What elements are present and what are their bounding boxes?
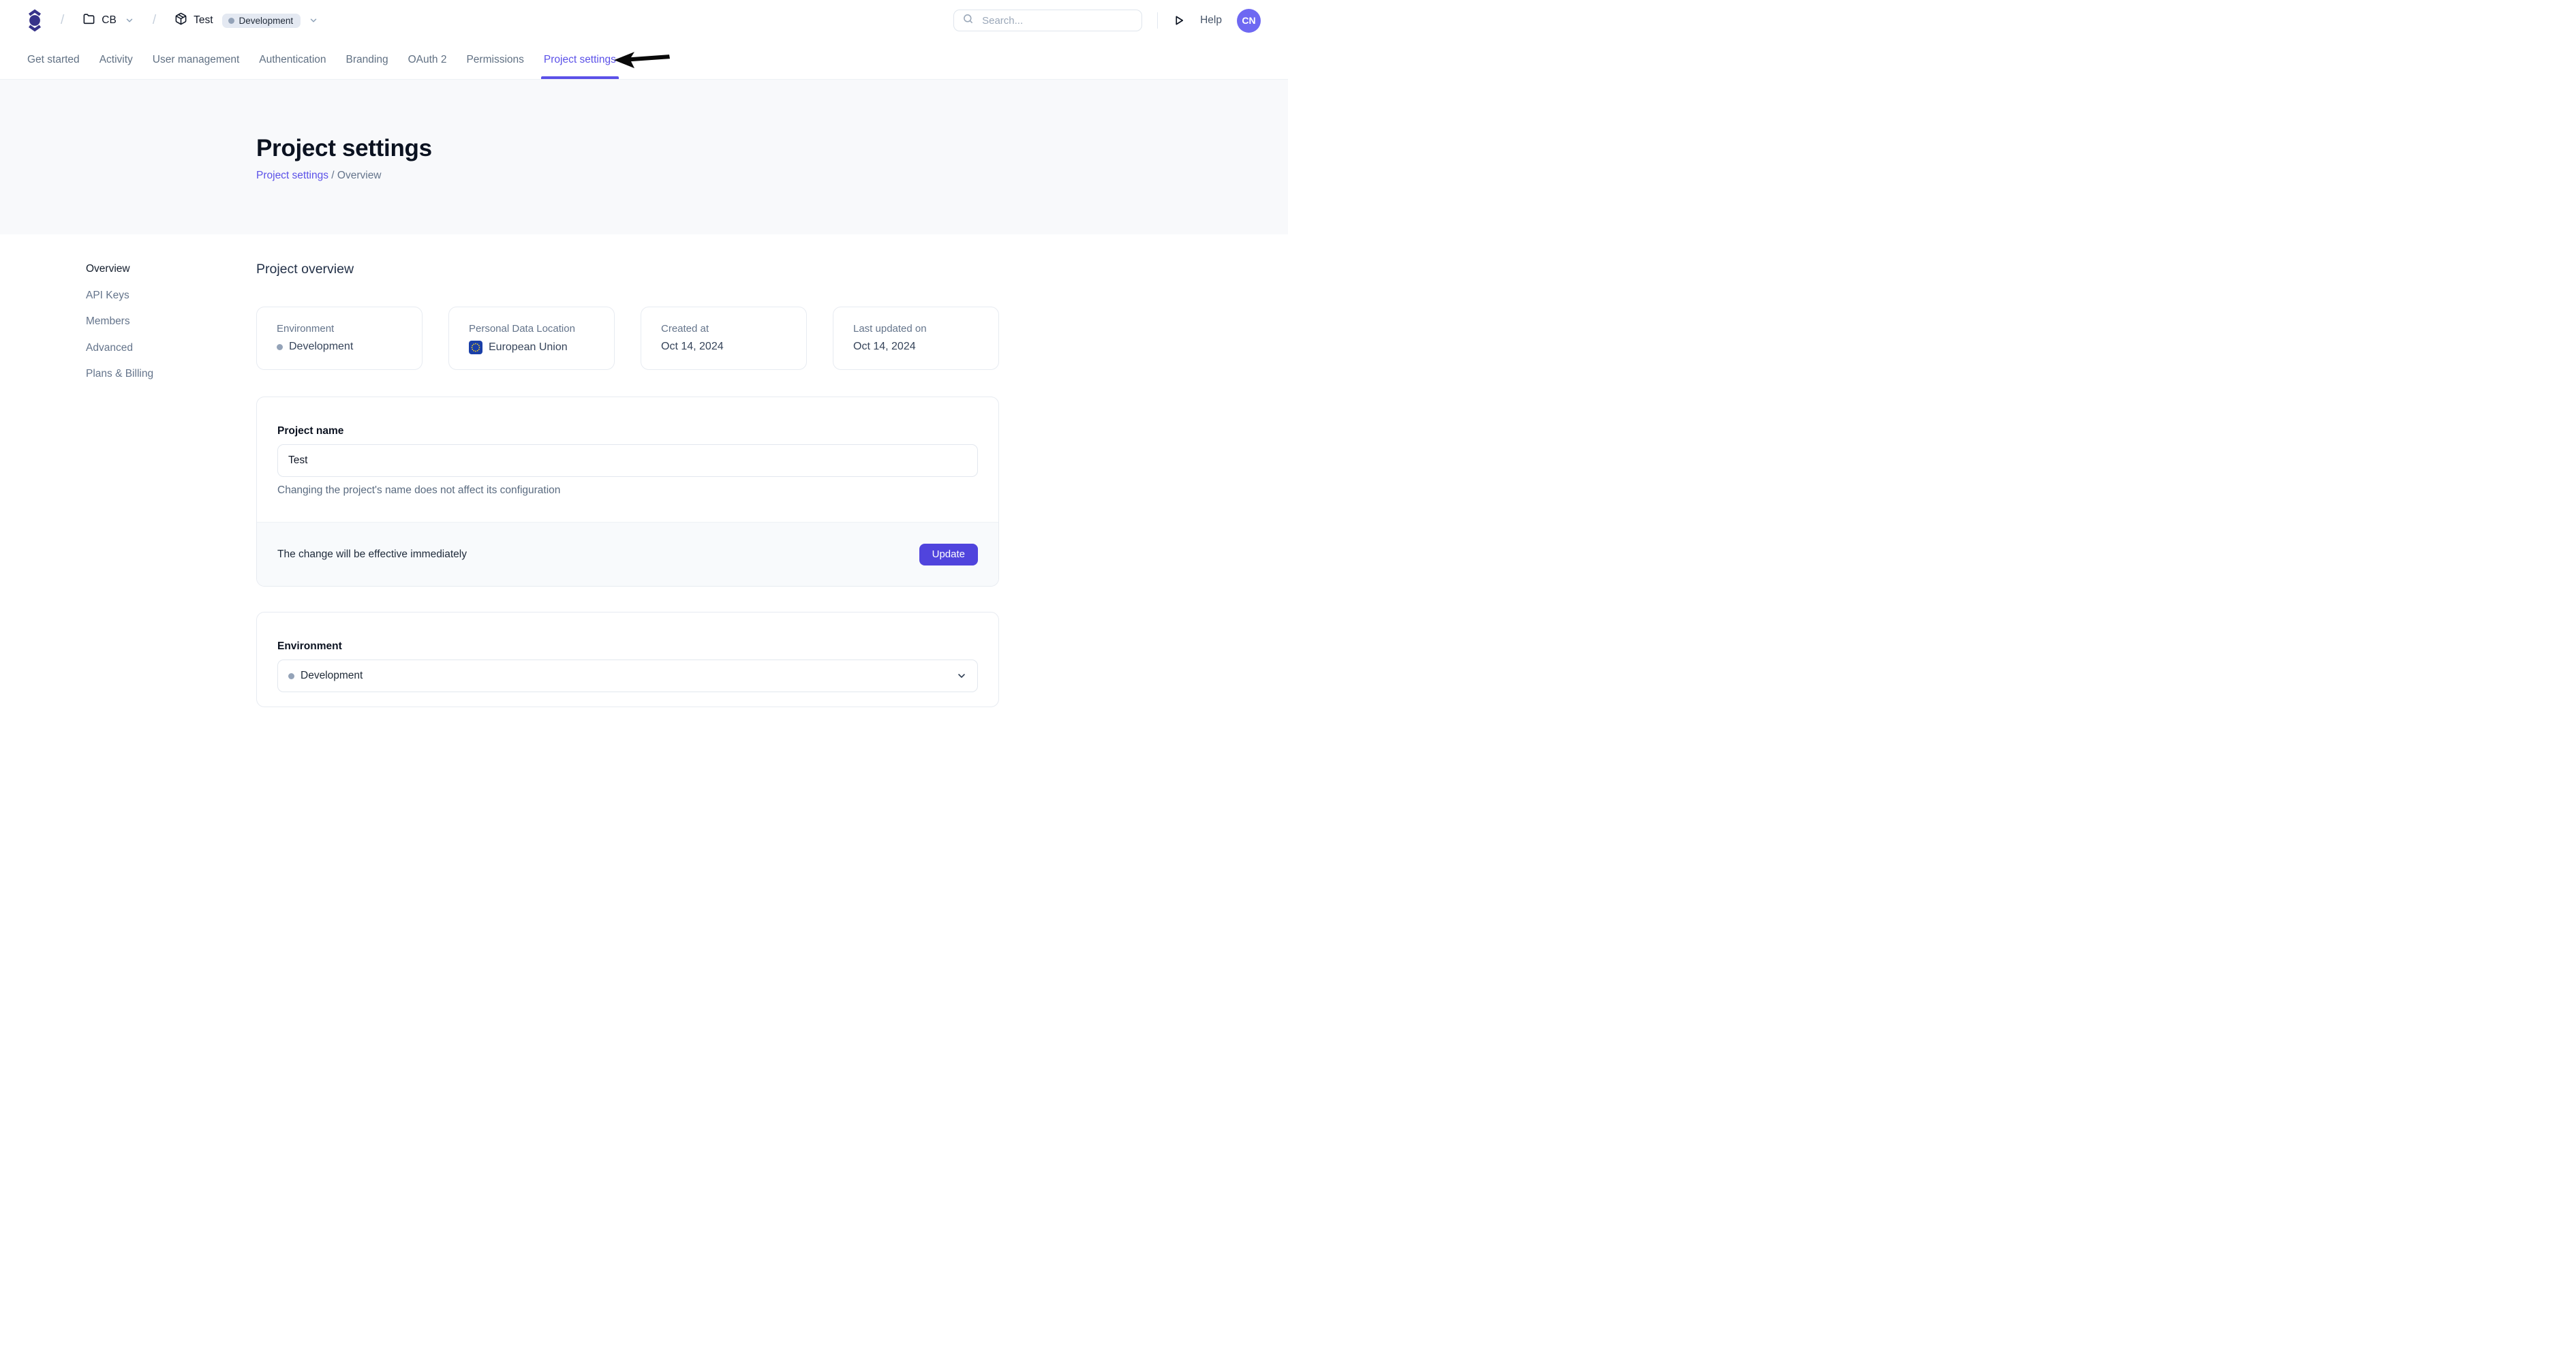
status-dot-icon [228, 18, 234, 24]
info-card-created-at: Created at Oct 14, 2024 [641, 307, 807, 370]
section-title: Project overview [256, 262, 999, 277]
sidebar-item-overview[interactable]: Overview [86, 263, 153, 276]
info-card-data-location: Personal Data Location [448, 307, 615, 370]
search-icon [962, 13, 974, 28]
environment-select-value: Development [301, 670, 363, 682]
project-name: Test [194, 14, 213, 27]
vertical-divider [1157, 12, 1158, 29]
avatar[interactable]: CN [1237, 9, 1261, 33]
org-switcher[interactable]: CB [82, 12, 134, 29]
sidebar-item-api-keys[interactable]: API Keys [86, 290, 153, 303]
environment-select[interactable]: Development [277, 660, 978, 692]
corbado-logo-icon[interactable] [27, 8, 42, 33]
project-name-input[interactable] [277, 444, 978, 477]
top-bar: / CB / Test Development [0, 0, 1288, 41]
settings-side-nav: Overview API Keys Members Advanced Plans… [86, 263, 153, 381]
environment-badge-label: Development [239, 16, 294, 26]
breadcrumb: Project settings / Overview [256, 170, 1288, 182]
project-switcher[interactable]: Test Development [174, 12, 318, 29]
eu-flag-icon [469, 341, 482, 354]
info-card-environment: Environment Development [256, 307, 423, 370]
topbar-actions: Help CN [953, 9, 1261, 33]
page-header: Project settings Project settings / Over… [0, 80, 1288, 234]
breadcrumb-link[interactable]: Project settings [256, 170, 328, 181]
search-input[interactable] [981, 14, 1133, 27]
help-link[interactable]: Help [1200, 14, 1222, 27]
environment-card: Environment Development [256, 612, 999, 707]
tab-project-settings[interactable]: Project settings [544, 41, 616, 79]
update-button[interactable]: Update [919, 544, 978, 565]
tab-get-started[interactable]: Get started [27, 41, 80, 79]
environment-label: Environment [277, 640, 978, 653]
page-title: Project settings [256, 136, 1288, 161]
project-name-label: Project name [277, 424, 978, 437]
main-tabs: Get started Activity User management Aut… [0, 41, 1288, 80]
chevron-down-icon [956, 670, 967, 681]
status-dot-icon [288, 673, 294, 679]
annotation-arrow-icon [614, 51, 671, 70]
info-card-last-updated: Last updated on Oct 14, 2024 [833, 307, 999, 370]
sidebar-item-plans-billing[interactable]: Plans & Billing [86, 368, 153, 381]
sidebar-item-members[interactable]: Members [86, 315, 153, 328]
breadcrumb-slash: / [61, 13, 64, 28]
folder-icon [82, 12, 95, 29]
project-name-card-footer: The change will be effective immediately… [257, 522, 998, 586]
tab-user-management[interactable]: User management [153, 41, 240, 79]
project-name-help: Changing the project's name does not aff… [277, 484, 978, 497]
project-name-card: Project name Changing the project's name… [256, 397, 999, 587]
tab-oauth2[interactable]: OAuth 2 [408, 41, 447, 79]
org-name: CB [102, 14, 117, 27]
info-card-row: Environment Development Personal Data Lo… [256, 307, 999, 370]
chevron-down-icon [125, 16, 134, 25]
tab-authentication[interactable]: Authentication [259, 41, 326, 79]
chevron-down-icon [309, 16, 318, 25]
status-dot-icon [277, 344, 283, 350]
tab-activity[interactable]: Activity [99, 41, 133, 79]
play-icon[interactable] [1173, 14, 1185, 27]
breadcrumb-slash: / [153, 13, 156, 28]
search-box[interactable] [953, 10, 1142, 31]
tab-branding[interactable]: Branding [346, 41, 388, 79]
tab-permissions[interactable]: Permissions [466, 41, 523, 79]
sidebar-item-advanced[interactable]: Advanced [86, 342, 153, 355]
breadcrumb-separator: / [331, 170, 334, 181]
footer-note: The change will be effective immediately [277, 548, 467, 561]
main-content: Project overview Environment Development… [256, 262, 999, 707]
environment-badge: Development [222, 14, 301, 28]
breadcrumb-current: Overview [337, 170, 382, 181]
package-icon [174, 12, 187, 29]
